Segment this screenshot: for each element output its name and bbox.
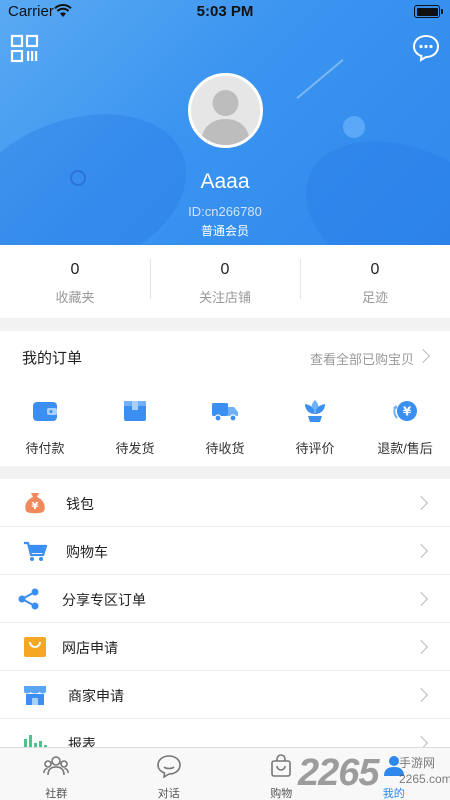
stat-value: 0 <box>220 261 230 278</box>
chevron-right-icon <box>415 348 431 364</box>
menu-label: 钱包 <box>66 496 94 512</box>
qr-code-icon[interactable] <box>10 34 40 64</box>
avatar[interactable] <box>188 73 263 148</box>
order-label: 待收货 <box>205 441 245 456</box>
orders-header[interactable]: 我的订单 查看全部已购宝贝 <box>0 331 450 381</box>
cart-icon <box>24 541 48 561</box>
tab-label: 社群 <box>45 788 68 800</box>
order-pending-payment[interactable]: 待付款 <box>0 397 90 457</box>
chevron-right-icon <box>413 495 429 511</box>
stats-bar: 0 收藏夹 0 关注店铺 0 足迹 <box>0 245 450 318</box>
svg-text:¥: ¥ <box>403 405 412 419</box>
order-refund-aftersale[interactable]: ¥ 退款/售后 <box>360 397 450 457</box>
status-bar: Carrier 5:03 PM <box>0 0 450 24</box>
menu-label: 购物车 <box>66 544 108 560</box>
menu-item-share-orders[interactable]: 分享专区订单 <box>0 575 450 623</box>
stat-value: 0 <box>370 261 380 278</box>
menu-item-shop-application[interactable]: 网店申请 <box>0 623 450 671</box>
user-id: ID:cn266780 <box>188 204 262 219</box>
community-icon <box>43 756 70 776</box>
order-label: 待付款 <box>25 441 65 456</box>
member-level: 普通会员 <box>200 224 249 238</box>
username: Aaaa <box>200 170 250 193</box>
watermark-number: 2265 <box>298 752 380 794</box>
status-time: 5:03 PM <box>196 3 254 20</box>
menu-item-merchant-application[interactable]: 商家申请 <box>0 671 450 719</box>
stat-favorites[interactable]: 0 收藏夹 <box>0 245 150 318</box>
shopping-bag-icon <box>271 754 292 777</box>
chevron-right-icon <box>413 543 429 559</box>
order-pending-shipment[interactable]: 待发货 <box>90 397 180 457</box>
message-icon[interactable] <box>411 33 441 63</box>
orders-section: 我的订单 查看全部已购宝贝 待付款 待发货 待收货 待评价 ¥ 退款/售后 <box>0 331 450 466</box>
watermark-url: 2265.com <box>399 772 450 786</box>
wallet-icon <box>33 402 57 421</box>
menu-item-wallet[interactable]: ¥ 钱包 <box>0 479 450 527</box>
money-bag-icon: ¥ <box>25 493 45 514</box>
chevron-right-icon <box>413 639 429 655</box>
stat-value: 0 <box>70 261 80 278</box>
stat-footprints[interactable]: 0 足迹 <box>300 245 450 318</box>
view-all-orders-link[interactable]: 查看全部已购宝贝 <box>310 349 414 368</box>
refund-icon: ¥ <box>393 401 417 421</box>
stat-label: 关注店铺 <box>198 290 251 305</box>
share-icon <box>18 588 39 610</box>
default-avatar-icon <box>201 90 250 145</box>
header-decoration <box>343 116 365 138</box>
chevron-right-icon <box>413 687 429 703</box>
stat-label: 收藏夹 <box>55 290 95 305</box>
flower-icon <box>305 400 325 422</box>
battery-icon <box>414 5 443 18</box>
truck-icon <box>212 403 238 422</box>
profile-header: Carrier 5:03 PM Aaaa ID:cn266780 普通会员 <box>0 0 450 245</box>
watermark: 2265 手游网 2265.com <box>298 752 450 800</box>
order-label: 待评价 <box>295 441 335 456</box>
stat-label: 足迹 <box>361 290 388 305</box>
svg-text:¥: ¥ <box>32 501 39 512</box>
order-pending-receipt[interactable]: 待收货 <box>180 397 270 457</box>
tab-label: 对话 <box>157 788 180 800</box>
tab-chat[interactable]: 对话 <box>113 748 226 800</box>
shopping-bag-icon <box>24 637 46 657</box>
menu-item-cart[interactable]: 购物车 <box>0 527 450 575</box>
header-decoration <box>296 58 344 100</box>
chat-bubble-icon <box>156 755 181 779</box>
menu-label: 网店申请 <box>62 640 118 656</box>
menu-list: ¥ 钱包 购物车 分享专区订单 网店申请 商家申请 报表 <box>0 479 450 767</box>
store-icon <box>24 686 46 705</box>
order-label: 退款/售后 <box>377 441 433 456</box>
chevron-right-icon <box>413 591 429 607</box>
package-icon <box>124 401 146 421</box>
menu-label: 分享专区订单 <box>62 592 146 608</box>
stat-followed-shops[interactable]: 0 关注店铺 <box>150 245 300 318</box>
orders-title: 我的订单 <box>22 350 83 367</box>
watermark-text: 手游网 <box>399 756 436 770</box>
tab-community[interactable]: 社群 <box>0 748 113 800</box>
menu-label: 商家申请 <box>68 688 124 704</box>
order-label: 待发货 <box>115 441 155 456</box>
order-pending-review[interactable]: 待评价 <box>270 397 360 457</box>
